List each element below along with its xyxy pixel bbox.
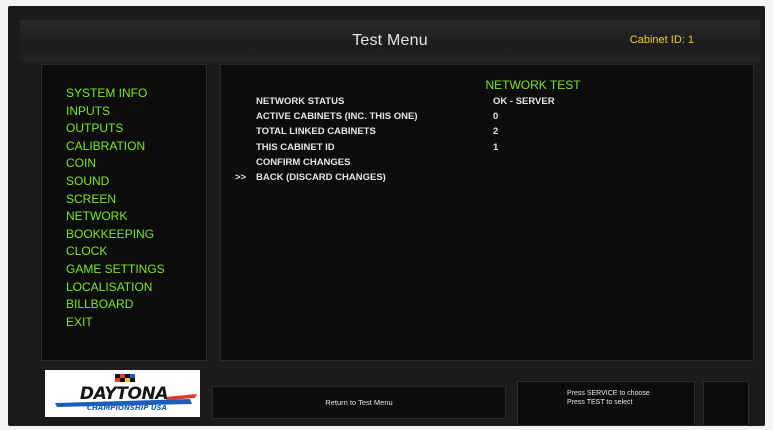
help-service-line: Press SERVICE to choose — [567, 390, 650, 397]
this-cabinet-id-label: THIS CABINET ID — [256, 141, 335, 153]
menu-item-billboard[interactable]: BILLBOARD — [66, 296, 206, 314]
test-menu-sidebar: SYSTEM INFO INPUTS OUTPUTS CALIBRATION C… — [41, 64, 207, 361]
row-this-cabinet-id: THIS CABINET ID 1 — [235, 142, 735, 157]
menu-item-outputs[interactable]: OUTPUTS — [66, 120, 206, 138]
logo-title: DAYTONA — [79, 384, 169, 404]
control-help-box: Press SERVICE to choose Press TEST to se… — [517, 381, 695, 426]
return-to-test-menu-text: Return to Test Menu — [325, 398, 393, 407]
menu-item-calibration[interactable]: CALIBRATION — [66, 138, 206, 156]
network-status-label: NETWORK STATUS — [256, 96, 345, 107]
footer-empty-box — [703, 381, 749, 426]
row-network-status: NETWORK STATUS OK - SERVER — [235, 96, 735, 111]
row-confirm-changes[interactable]: CONFIRM CHANGES — [235, 157, 735, 172]
confirm-changes-option[interactable]: CONFIRM CHANGES — [256, 157, 350, 168]
this-cabinet-id-value: 1 — [493, 141, 499, 153]
total-linked-cabinets-label: TOTAL LINKED CABINETS — [256, 126, 376, 138]
menu-item-coin[interactable]: COIN — [66, 155, 206, 173]
menu-item-inputs[interactable]: INPUTS — [66, 103, 206, 121]
menu-item-network[interactable]: NETWORK — [66, 208, 206, 226]
active-cabinets-label: ACTIVE CABINETS (INC. THIS ONE) — [256, 111, 418, 123]
logo-subtitle: CHAMPIONSHIP USA — [86, 404, 168, 412]
test-menu-screen: Test Menu Cabinet ID: 1 SYSTEM INFO INPU… — [8, 6, 765, 426]
cabinet-id-label: Cabinet ID: 1 — [629, 34, 694, 46]
total-linked-cabinets-value: 2 — [493, 126, 499, 138]
daytona-logo: DAYTONA CHAMPIONSHIP USA — [45, 370, 200, 417]
menu-item-bookkeeping[interactable]: BOOKKEEPING — [66, 226, 206, 244]
selection-cursor: >> — [235, 171, 247, 183]
network-status-value: OK - SERVER — [493, 96, 555, 107]
menu-item-exit[interactable]: EXIT — [66, 314, 206, 332]
row-active-cabinets: ACTIVE CABINETS (INC. THIS ONE) 0 — [235, 111, 735, 126]
row-total-linked-cabinets: TOTAL LINKED CABINETS 2 — [235, 126, 735, 141]
help-test-line: Press TEST to select — [567, 399, 633, 406]
return-to-test-menu-box[interactable]: Return to Test Menu — [212, 386, 506, 419]
menu-item-sound[interactable]: SOUND — [66, 173, 206, 191]
network-test-rows: NETWORK STATUS OK - SERVER ACTIVE CABINE… — [235, 96, 735, 187]
menu-item-screen[interactable]: SCREEN — [66, 191, 206, 209]
network-test-panel: NETWORK TEST NETWORK STATUS OK - SERVER … — [220, 64, 754, 361]
active-cabinets-value: 0 — [493, 111, 499, 123]
control-help-text: Press SERVICE to choose Press TEST to se… — [567, 389, 650, 407]
menu-item-system-info[interactable]: SYSTEM INFO — [66, 85, 206, 103]
back-discard-changes-option[interactable]: BACK (DISCARD CHANGES) — [256, 172, 386, 183]
menu-item-game-settings[interactable]: GAME SETTINGS — [66, 261, 206, 279]
section-title: NETWORK TEST — [485, 78, 581, 92]
menu-item-clock[interactable]: CLOCK — [66, 243, 206, 261]
header-bar: Test Menu Cabinet ID: 1 — [20, 20, 760, 62]
row-back-discard-changes[interactable]: >> BACK (DISCARD CHANGES) — [235, 172, 735, 187]
menu-item-localisation[interactable]: LOCALISATION — [66, 279, 206, 297]
